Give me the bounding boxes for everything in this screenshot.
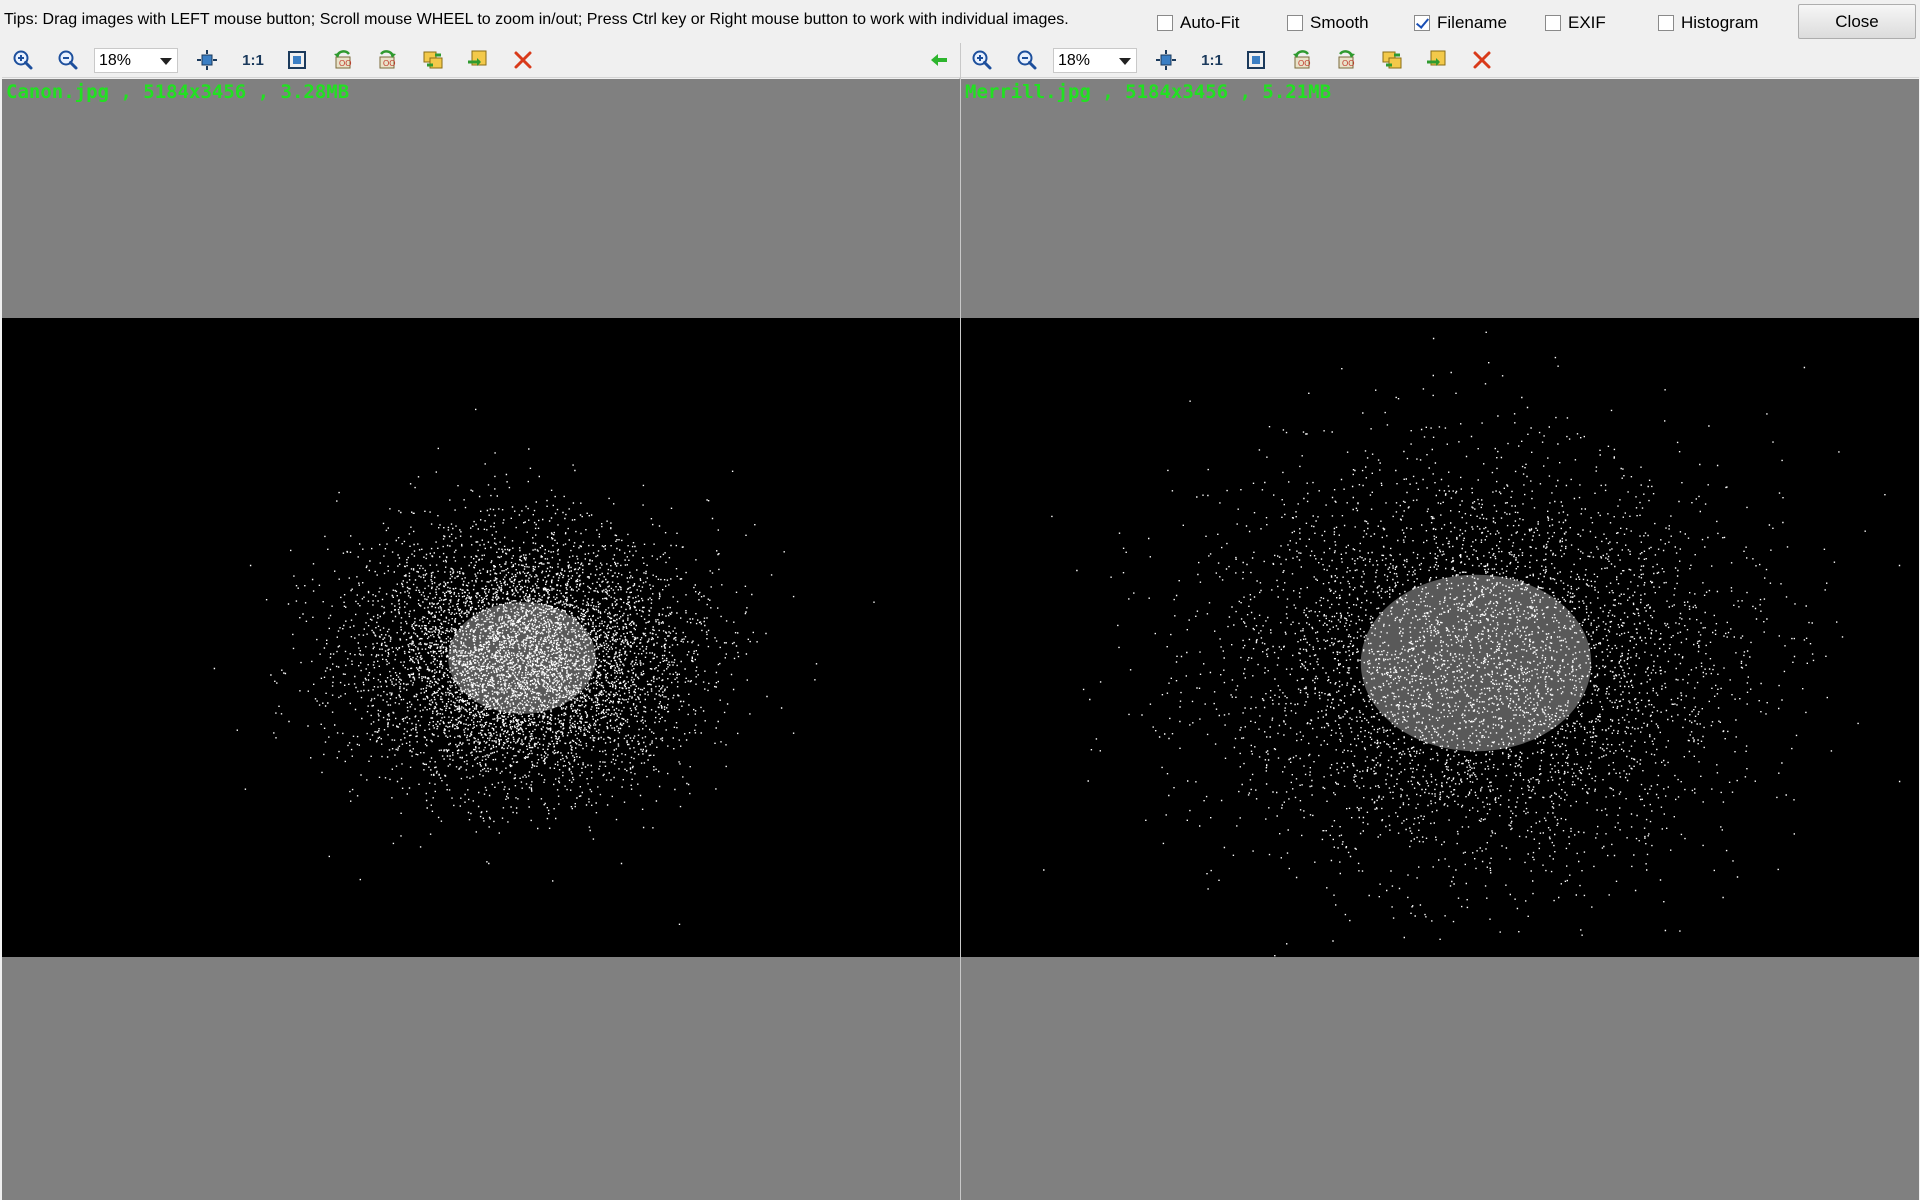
rotate-left-icon[interactable]: OO — [1289, 47, 1315, 73]
checkbox-box[interactable] — [1658, 15, 1674, 31]
chevron-down-icon[interactable] — [160, 58, 172, 65]
svg-text:OO: OO — [1342, 59, 1354, 68]
right-image-viewer[interactable]: Merrill.jpg , 5184x3456 , 5.21MB — [961, 79, 1919, 1200]
exif-label: EXIF — [1568, 13, 1606, 32]
left-image-viewer[interactable]: Canon.jpg , 5184x3456 , 3.28MB — [2, 79, 960, 1200]
sync-icon[interactable] — [1379, 47, 1405, 73]
actual-size-button[interactable]: 1:1 — [1197, 47, 1227, 73]
tips-text: Tips: Drag images with LEFT mouse button… — [4, 11, 1069, 28]
close-icon[interactable] — [1469, 47, 1495, 73]
zoom-value: 18% — [99, 51, 132, 69]
left-scatter-image — [213, 408, 875, 925]
zoom-value: 18% — [1058, 51, 1091, 69]
autofit-label: Auto-Fit — [1180, 13, 1240, 32]
zoom-in-icon[interactable] — [10, 47, 36, 73]
fit-icon[interactable] — [194, 47, 220, 73]
svg-text:OO: OO — [339, 59, 351, 68]
filename-label: Filename — [1437, 13, 1507, 32]
zoom-select[interactable]: 18% — [1053, 48, 1137, 73]
actual-size-label: 1:1 — [242, 51, 264, 69]
svg-text:OO: OO — [1298, 59, 1310, 68]
right-image-caption: Merrill.jpg , 5184x3456 , 5.21MB — [965, 81, 1332, 103]
left-pane: 18% 1:1 OO OO Canon.jpg , 5184x3456 , 3.… — [2, 43, 960, 1200]
left-image-caption: Canon.jpg , 5184x3456 , 3.28MB — [6, 81, 350, 103]
sync-icon[interactable] — [420, 47, 446, 73]
right-toolbar: 18% 1:1 OO OO — [961, 43, 1919, 78]
zoom-out-icon[interactable] — [55, 47, 81, 73]
autofit-checkbox[interactable]: Auto-Fit — [1157, 12, 1240, 34]
arrow-left-icon[interactable] — [926, 47, 952, 73]
rotate-right-icon[interactable]: OO — [374, 47, 400, 73]
swap-icon[interactable] — [1424, 47, 1450, 73]
checkbox-box[interactable] — [1414, 15, 1430, 31]
svg-text:OO: OO — [383, 59, 395, 68]
left-toolbar: 18% 1:1 OO OO — [2, 43, 960, 78]
rotate-right-icon[interactable]: OO — [1333, 47, 1359, 73]
chevron-down-icon[interactable] — [1119, 58, 1131, 65]
checkbox-box[interactable] — [1287, 15, 1303, 31]
right-pane: 18% 1:1 OO OO Merrill.jpg , 5184x3456 , … — [961, 43, 1919, 1200]
filename-checkbox[interactable]: Filename — [1414, 12, 1507, 34]
swap-icon[interactable] — [465, 47, 491, 73]
left-image[interactable] — [2, 318, 960, 957]
checkbox-box[interactable] — [1545, 15, 1561, 31]
zoom-out-icon[interactable] — [1014, 47, 1040, 73]
smooth-label: Smooth — [1310, 13, 1369, 32]
top-bar: Tips: Drag images with LEFT mouse button… — [0, 0, 1920, 43]
fullscreen-icon[interactable] — [284, 47, 310, 73]
smooth-checkbox[interactable]: Smooth — [1287, 12, 1369, 34]
actual-size-label: 1:1 — [1201, 51, 1223, 69]
close-icon[interactable] — [510, 47, 536, 73]
actual-size-button[interactable]: 1:1 — [238, 47, 268, 73]
histogram-label: Histogram — [1681, 13, 1759, 32]
fit-icon[interactable] — [1153, 47, 1179, 73]
checkbox-box[interactable] — [1157, 15, 1173, 31]
right-image[interactable] — [961, 318, 1919, 957]
fullscreen-icon[interactable] — [1243, 47, 1269, 73]
exif-checkbox[interactable]: EXIF — [1545, 12, 1606, 34]
histogram-checkbox[interactable]: Histogram — [1658, 12, 1758, 34]
zoom-select[interactable]: 18% — [94, 48, 178, 73]
zoom-in-icon[interactable] — [969, 47, 995, 73]
rotate-left-icon[interactable]: OO — [330, 47, 356, 73]
right-scatter-image — [1043, 331, 1901, 957]
close-button[interactable]: Close — [1798, 4, 1916, 39]
